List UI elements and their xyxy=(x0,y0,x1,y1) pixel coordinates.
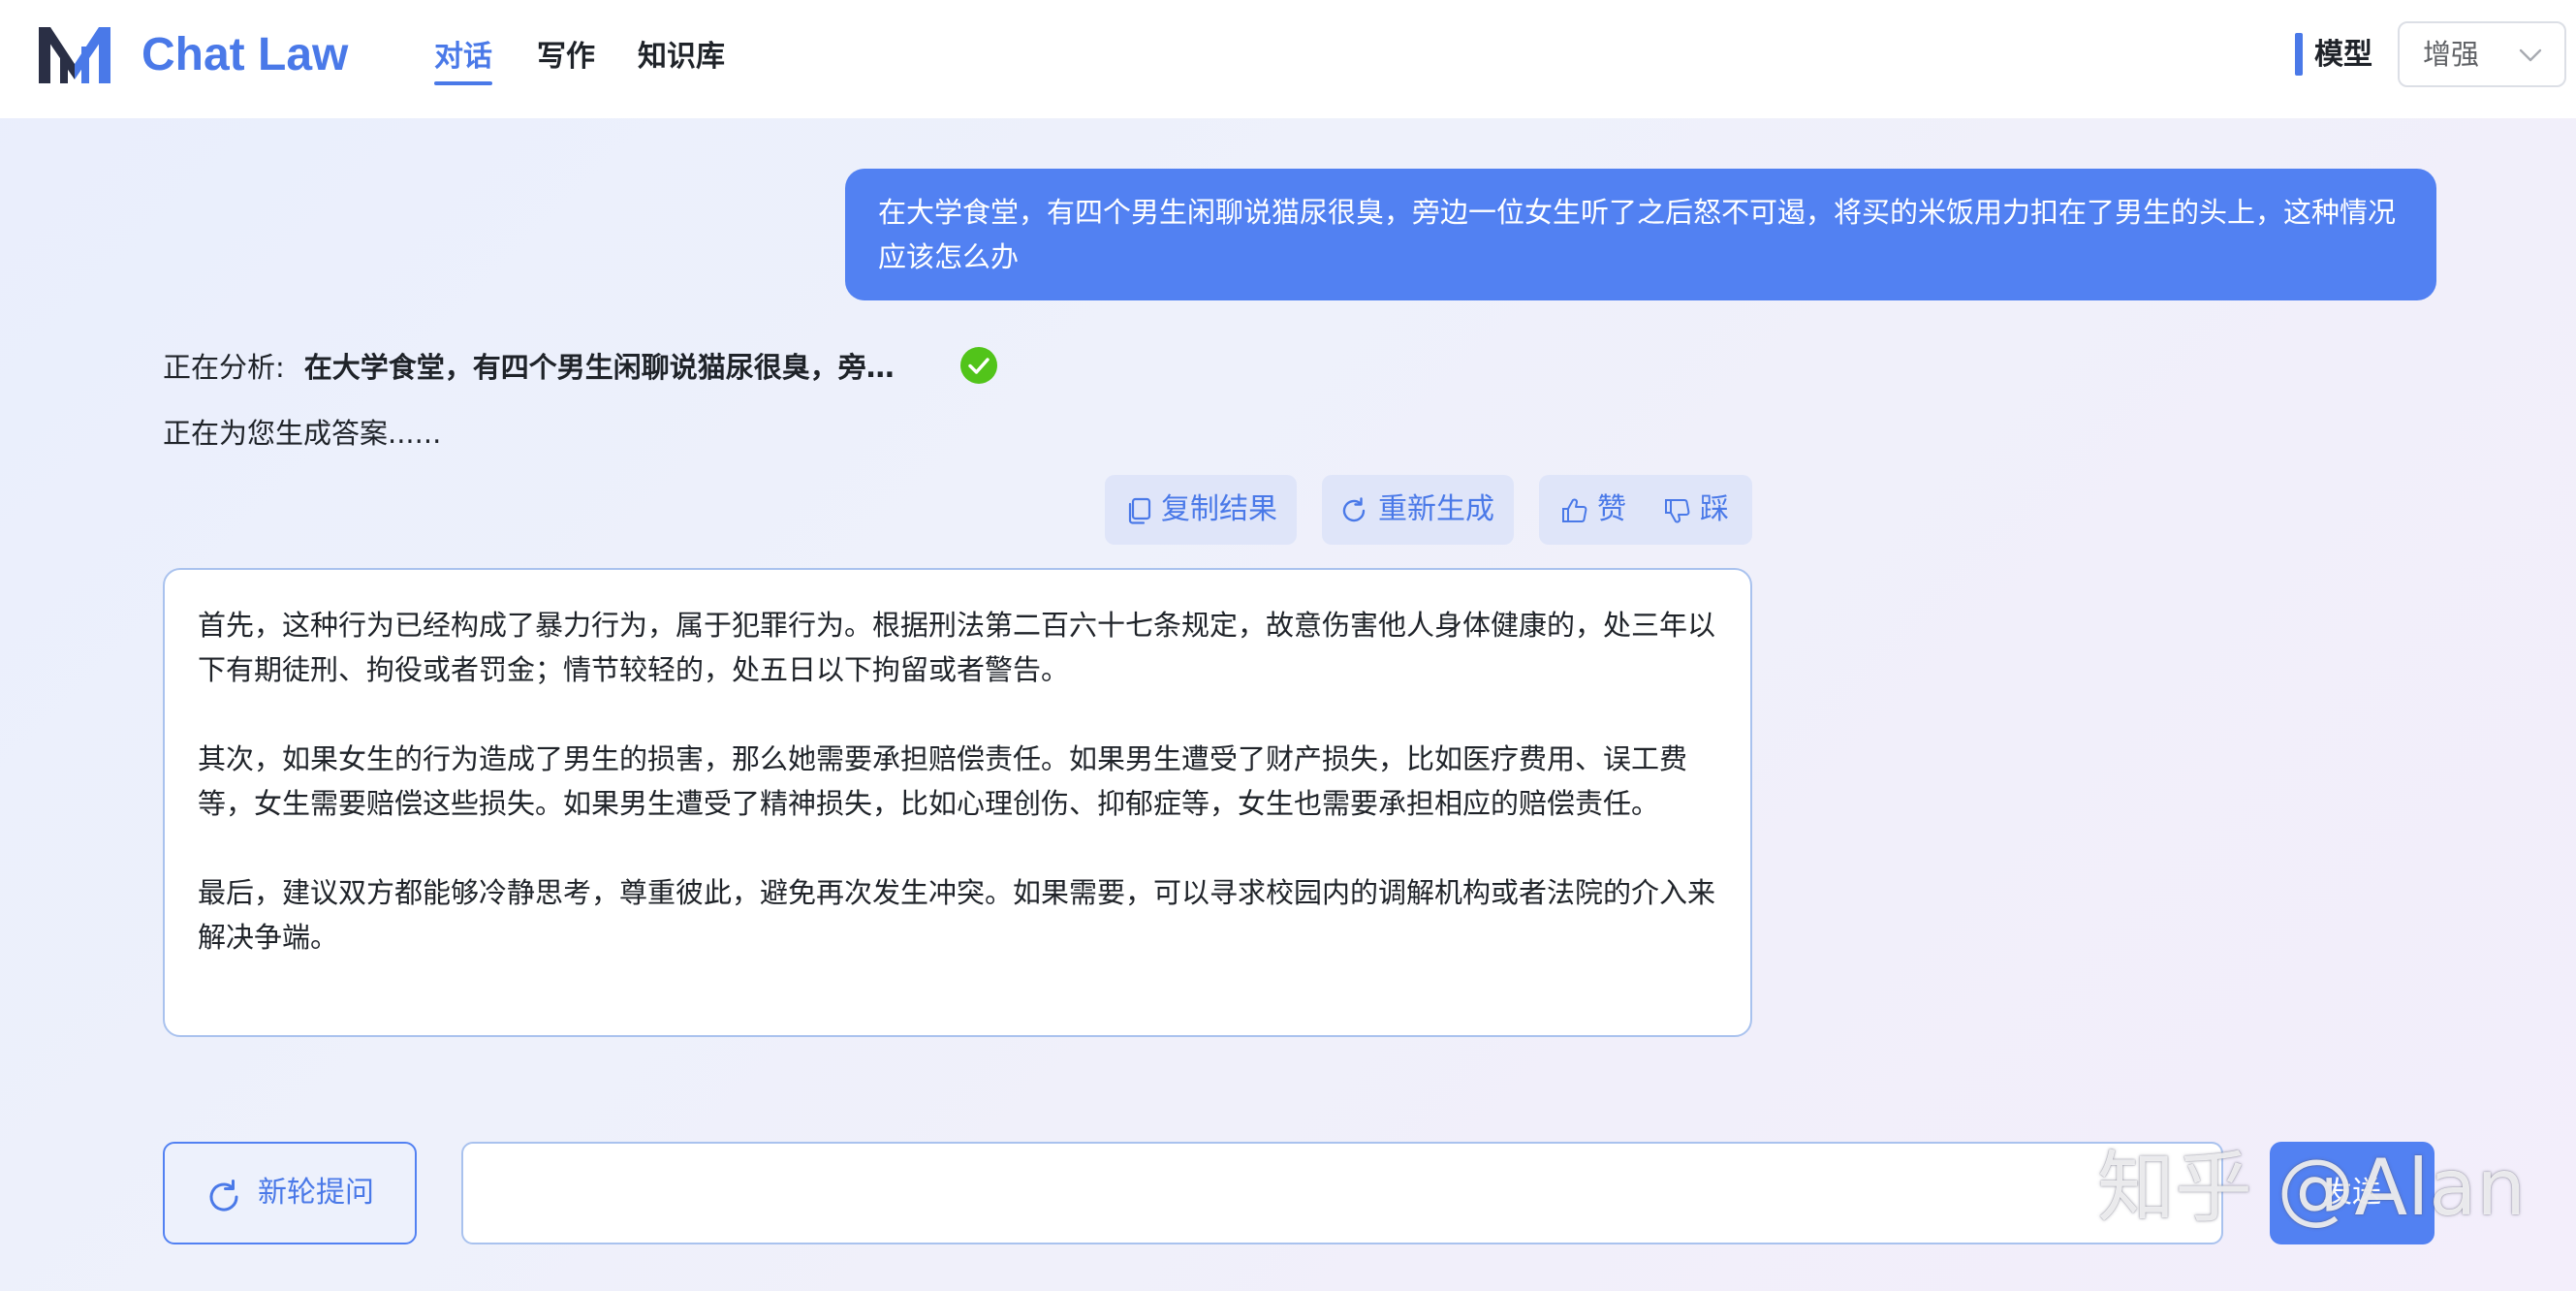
tab-knowledge-base[interactable]: 知识库 xyxy=(638,33,725,81)
thumbs-up-icon xyxy=(1562,498,1587,522)
like-label: 赞 xyxy=(1597,492,1626,526)
dislike-button[interactable]: 踩 xyxy=(1646,475,1752,545)
chat-input[interactable] xyxy=(461,1142,2223,1244)
answer-card: 首先，这种行为已经构成了暴力行为，属于犯罪行为。根据刑法第二百六十七条规定，故意… xyxy=(163,568,1752,1037)
regenerate-label: 重新生成 xyxy=(1378,492,1494,526)
copy-icon xyxy=(1128,497,1151,524)
model-label-accent xyxy=(2295,33,2303,76)
chat-law-logo[interactable] xyxy=(39,25,110,83)
like-button[interactable]: 赞 xyxy=(1539,475,1646,545)
copy-result-button[interactable]: 复制结果 xyxy=(1105,475,1297,545)
copy-result-label: 复制结果 xyxy=(1161,492,1277,526)
analyzing-status: 正在分析: 在大学食堂，有四个男生闲聊说猫尿很臭，旁… xyxy=(163,345,895,390)
check-circle-icon xyxy=(960,347,997,384)
dislike-label: 踩 xyxy=(1700,492,1729,526)
answer-paragraph: 首先，这种行为已经构成了暴力行为，属于犯罪行为。根据刑法第二百六十七条规定，故意… xyxy=(198,609,1716,686)
answer-paragraph: 最后，建议双方都能够冷静思考，尊重彼此，避免再次发生冲突。如果需要，可以寻求校园… xyxy=(198,876,1716,954)
thumbs-down-icon xyxy=(1665,499,1690,523)
answer-paragraph: 其次，如果女生的行为造成了男生的损害，那么她需要承担赔偿责任。如果男生遭受了财产… xyxy=(198,742,1688,820)
chevron-down-icon xyxy=(2519,48,2542,62)
new-round-button[interactable]: 新轮提问 xyxy=(163,1142,417,1244)
model-label: 模型 xyxy=(2314,38,2372,72)
feedback-group: 赞 踩 xyxy=(1539,475,1752,545)
model-select-value: 增强 xyxy=(2423,38,2480,71)
model-select[interactable]: 增强 xyxy=(2398,21,2566,87)
refresh-icon xyxy=(1342,497,1366,522)
tab-writing[interactable]: 写作 xyxy=(537,33,595,81)
new-round-label: 新轮提问 xyxy=(258,1176,374,1210)
top-header: Chat Law 对话 写作 知识库 模型 增强 xyxy=(0,0,2576,118)
user-message-bubble: 在大学食堂，有四个男生闲聊说猫尿很臭，旁边一位女生听了之后怒不可遏，将买的米饭用… xyxy=(845,169,2436,300)
analyzing-prefix: 正在分析: xyxy=(163,351,285,384)
regenerate-button[interactable]: 重新生成 xyxy=(1322,475,1514,545)
tab-chat[interactable]: 对话 xyxy=(434,33,492,85)
refresh-icon xyxy=(209,1180,238,1212)
app-title: Chat Law xyxy=(141,29,349,80)
send-button[interactable]: 发送 xyxy=(2270,1142,2435,1244)
analyzing-query: 在大学食堂，有四个男生闲聊说猫尿很臭，旁… xyxy=(303,351,895,384)
generating-status: 正在为您生成答案...... xyxy=(163,417,442,450)
